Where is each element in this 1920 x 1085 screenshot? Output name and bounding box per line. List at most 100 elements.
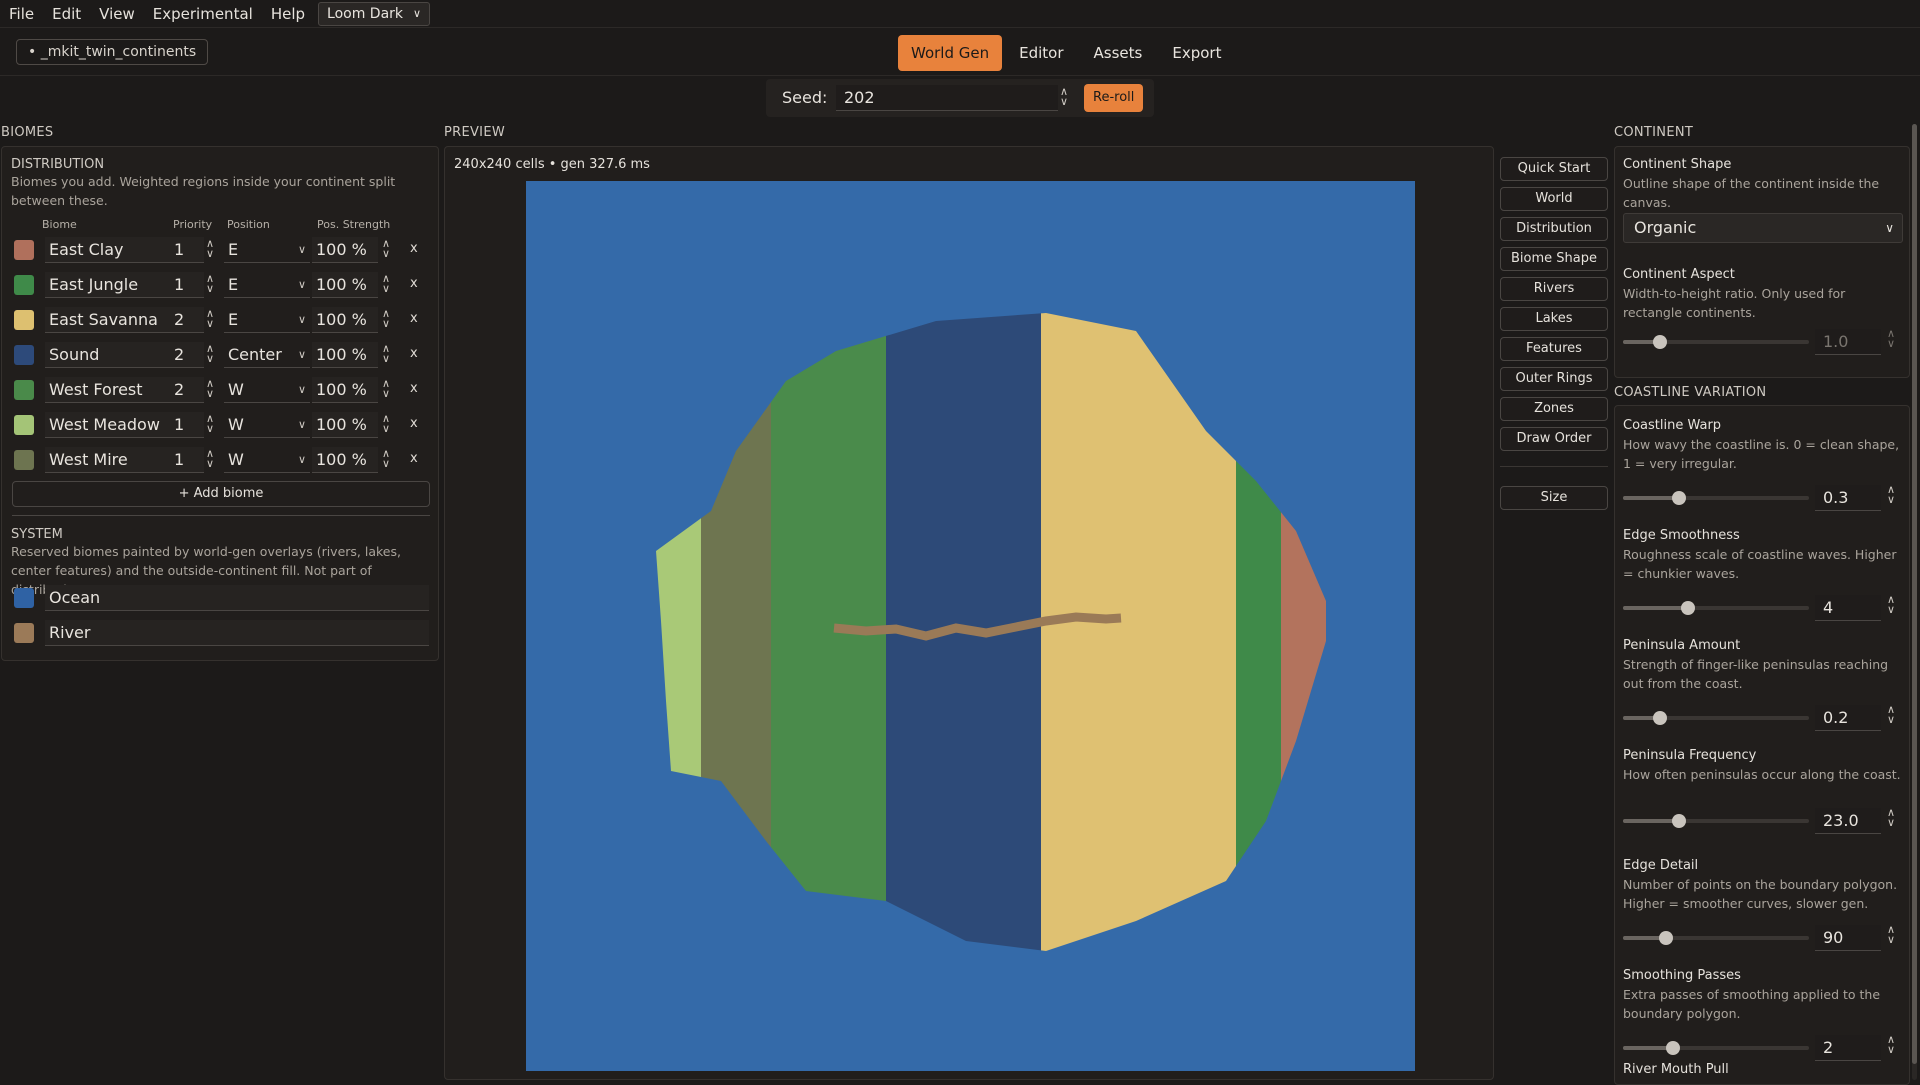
chevron-down-icon[interactable]: ∨ <box>1060 96 1068 107</box>
smoothing-passes-input[interactable]: 2 <box>1815 1035 1881 1061</box>
slider-knob[interactable] <box>1681 601 1696 615</box>
strength-stepper[interactable]: ∧ ∨ <box>382 378 390 399</box>
priority-stepper[interactable]: ∧ ∨ <box>206 273 214 294</box>
chevron-down-icon[interactable]: ∨ <box>1887 817 1895 828</box>
priority-stepper[interactable]: ∧ ∨ <box>206 343 214 364</box>
tab-editor[interactable]: Editor <box>1006 35 1076 71</box>
nav-button-world[interactable]: World <box>1500 187 1608 211</box>
biome-priority-input[interactable]: 2 <box>170 342 204 368</box>
biome-color-swatch[interactable] <box>14 380 34 400</box>
chevron-down-icon[interactable]: ∨ <box>206 423 214 434</box>
strength-stepper[interactable]: ∧ ∨ <box>382 308 390 329</box>
priority-stepper[interactable]: ∧ ∨ <box>206 413 214 434</box>
size-button[interactable]: Size <box>1500 486 1608 510</box>
edge-detail-slider[interactable] <box>1623 931 1809 945</box>
theme-select[interactable]: Loom Dark ∨ <box>318 1 431 26</box>
biome-priority-input[interactable]: 2 <box>170 307 204 333</box>
chevron-down-icon[interactable]: ∨ <box>382 248 390 259</box>
chevron-down-icon[interactable]: ∨ <box>1887 604 1895 615</box>
tab-export[interactable]: Export <box>1159 35 1234 71</box>
biome-priority-input[interactable]: 1 <box>170 272 204 298</box>
coastline-warp-input[interactable]: 0.3 <box>1815 485 1881 511</box>
biome-position-select[interactable]: E ∨ <box>224 272 310 298</box>
chevron-down-icon[interactable]: ∨ <box>382 423 390 434</box>
biome-position-select[interactable]: E ∨ <box>224 307 310 333</box>
remove-biome-button[interactable]: x <box>410 311 418 326</box>
biome-position-select[interactable]: W ∨ <box>224 377 310 403</box>
biome-strength-input[interactable]: 100 % <box>312 307 378 333</box>
chevron-down-icon[interactable]: ∨ <box>1887 934 1895 945</box>
biome-strength-input[interactable]: 100 % <box>312 447 378 473</box>
biome-name-input[interactable]: East Jungle <box>45 272 173 298</box>
menu-help[interactable]: Help <box>262 0 314 28</box>
biome-color-swatch[interactable] <box>14 275 34 295</box>
biome-name-input[interactable]: East Clay <box>45 237 173 263</box>
remove-biome-button[interactable]: x <box>410 416 418 431</box>
biome-strength-input[interactable]: 100 % <box>312 377 378 403</box>
coastline-warp-slider[interactable] <box>1623 491 1809 505</box>
continent-shape-select[interactable]: Organic ∨ <box>1623 213 1903 243</box>
slider-knob[interactable] <box>1653 335 1668 349</box>
nav-button-features[interactable]: Features <box>1500 337 1608 361</box>
slider-knob[interactable] <box>1671 491 1686 505</box>
nav-button-distribution[interactable]: Distribution <box>1500 217 1608 241</box>
slider-knob[interactable] <box>1666 1041 1681 1055</box>
chevron-down-icon[interactable]: ∨ <box>382 353 390 364</box>
edge-smoothness-slider[interactable] <box>1623 601 1809 615</box>
nav-button-draw-order[interactable]: Draw Order <box>1500 427 1608 451</box>
chevron-down-icon[interactable]: ∨ <box>206 318 214 329</box>
strength-stepper[interactable]: ∧ ∨ <box>382 273 390 294</box>
slider-knob[interactable] <box>1658 931 1673 945</box>
nav-button-biome-shape[interactable]: Biome Shape <box>1500 247 1608 271</box>
peninsula-amount-stepper[interactable]: ∧ ∨ <box>1887 704 1895 725</box>
strength-stepper[interactable]: ∧ ∨ <box>382 343 390 364</box>
remove-biome-button[interactable]: x <box>410 381 418 396</box>
project-chip[interactable]: • _mkit_twin_continents <box>16 39 209 65</box>
chevron-down-icon[interactable]: ∨ <box>206 248 214 259</box>
chevron-down-icon[interactable]: ∨ <box>382 458 390 469</box>
edge-smoothness-stepper[interactable]: ∧ ∨ <box>1887 594 1895 615</box>
continent-aspect-input[interactable]: 1.0 <box>1815 329 1881 355</box>
tab-world-gen[interactable]: World Gen <box>898 35 1003 71</box>
remove-biome-button[interactable]: x <box>410 276 418 291</box>
biome-strength-input[interactable]: 100 % <box>312 412 378 438</box>
biome-color-swatch[interactable] <box>14 450 34 470</box>
biome-priority-input[interactable]: 1 <box>170 447 204 473</box>
biome-priority-input[interactable]: 1 <box>170 237 204 263</box>
right-scrollbar[interactable] <box>1912 124 1917 1080</box>
chevron-down-icon[interactable]: ∨ <box>1887 494 1895 505</box>
biome-color-swatch[interactable] <box>14 240 34 260</box>
peninsula-frequency-slider[interactable] <box>1623 814 1809 828</box>
biome-color-swatch[interactable] <box>14 345 34 365</box>
biome-name-input[interactable]: West Mire <box>45 447 173 473</box>
biome-strength-input[interactable]: 100 % <box>312 237 378 263</box>
nav-button-rivers[interactable]: Rivers <box>1500 277 1608 301</box>
slider-knob[interactable] <box>1671 814 1686 828</box>
smoothing-passes-slider[interactable] <box>1623 1041 1809 1055</box>
strength-stepper[interactable]: ∧ ∨ <box>382 238 390 259</box>
chevron-down-icon[interactable]: ∨ <box>1887 338 1895 349</box>
nav-button-quick-start[interactable]: Quick Start <box>1500 157 1608 181</box>
edge-smoothness-input[interactable]: 4 <box>1815 595 1881 621</box>
biome-position-select[interactable]: E ∨ <box>224 237 310 263</box>
strength-stepper[interactable]: ∧ ∨ <box>382 448 390 469</box>
menu-edit[interactable]: Edit <box>43 0 90 28</box>
priority-stepper[interactable]: ∧ ∨ <box>206 378 214 399</box>
priority-stepper[interactable]: ∧ ∨ <box>206 238 214 259</box>
biome-strength-input[interactable]: 100 % <box>312 272 378 298</box>
biome-color-swatch[interactable] <box>14 588 34 608</box>
slider-knob[interactable] <box>1653 711 1668 725</box>
biome-strength-input[interactable]: 100 % <box>312 342 378 368</box>
chevron-down-icon[interactable]: ∨ <box>206 353 214 364</box>
priority-stepper[interactable]: ∧ ∨ <box>206 448 214 469</box>
chevron-down-icon[interactable]: ∨ <box>206 458 214 469</box>
menu-file[interactable]: File <box>0 0 43 28</box>
biome-priority-input[interactable]: 1 <box>170 412 204 438</box>
biome-color-swatch[interactable] <box>14 310 34 330</box>
coastline-warp-stepper[interactable]: ∧ ∨ <box>1887 484 1895 505</box>
biome-position-select[interactable]: W ∨ <box>224 447 310 473</box>
remove-biome-button[interactable]: x <box>410 451 418 466</box>
chevron-down-icon[interactable]: ∨ <box>206 283 214 294</box>
peninsula-amount-slider[interactable] <box>1623 711 1809 725</box>
continent-aspect-slider[interactable] <box>1623 335 1809 349</box>
